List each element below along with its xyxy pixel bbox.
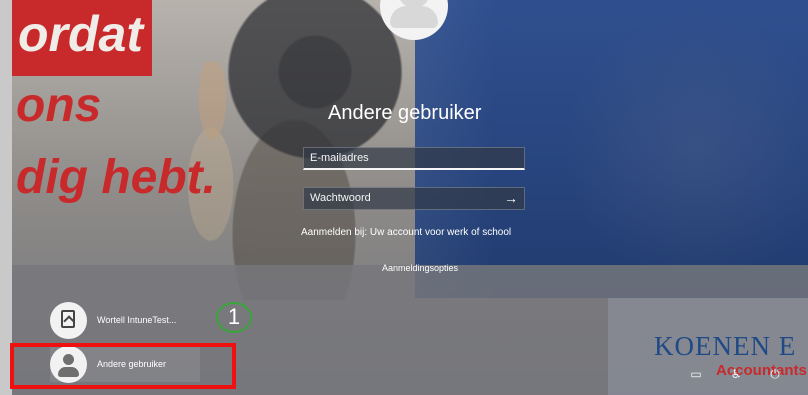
network-icon[interactable]: ▭ (689, 367, 703, 381)
system-tray-icons: ▭ ♿ ⏻ (689, 364, 801, 384)
accessibility-icon[interactable]: ♿ (729, 367, 743, 381)
background-text-line-2: ons (16, 79, 102, 132)
user-wortell-intune-test[interactable]: Wortell IntuneTest... (50, 301, 210, 339)
badge-avatar-icon (50, 301, 87, 339)
email-field[interactable]: E-mailadres (303, 147, 525, 170)
red-highlight-box (10, 343, 236, 389)
password-field[interactable]: Wachtwoord → (303, 187, 525, 210)
login-title: Andere gebruiker (328, 102, 482, 124)
step-number-badge: 1 (216, 302, 252, 333)
arrow-right-icon[interactable]: → (504, 188, 518, 209)
email-placeholder: E-mailadres (310, 152, 369, 164)
brand-name: KOENEN E (654, 331, 797, 361)
power-icon[interactable]: ⏻ (768, 367, 782, 381)
user-label: Wortell IntuneTest... (97, 315, 177, 325)
password-placeholder: Wachtwoord (310, 192, 371, 204)
background-text-line-3: dig hebt. (16, 151, 216, 204)
right-background-shadow (560, 0, 808, 295)
background-text-line-1: ordat (18, 6, 143, 62)
sign-in-target-text: Aanmelden bij: Uw account voor werk of s… (301, 227, 512, 238)
sign-in-options-link[interactable]: Aanmeldingsopties (370, 262, 470, 274)
left-frame (0, 0, 12, 395)
lock-screen: ordat ons dig hebt. Andere gebruiker E-m… (0, 0, 808, 395)
